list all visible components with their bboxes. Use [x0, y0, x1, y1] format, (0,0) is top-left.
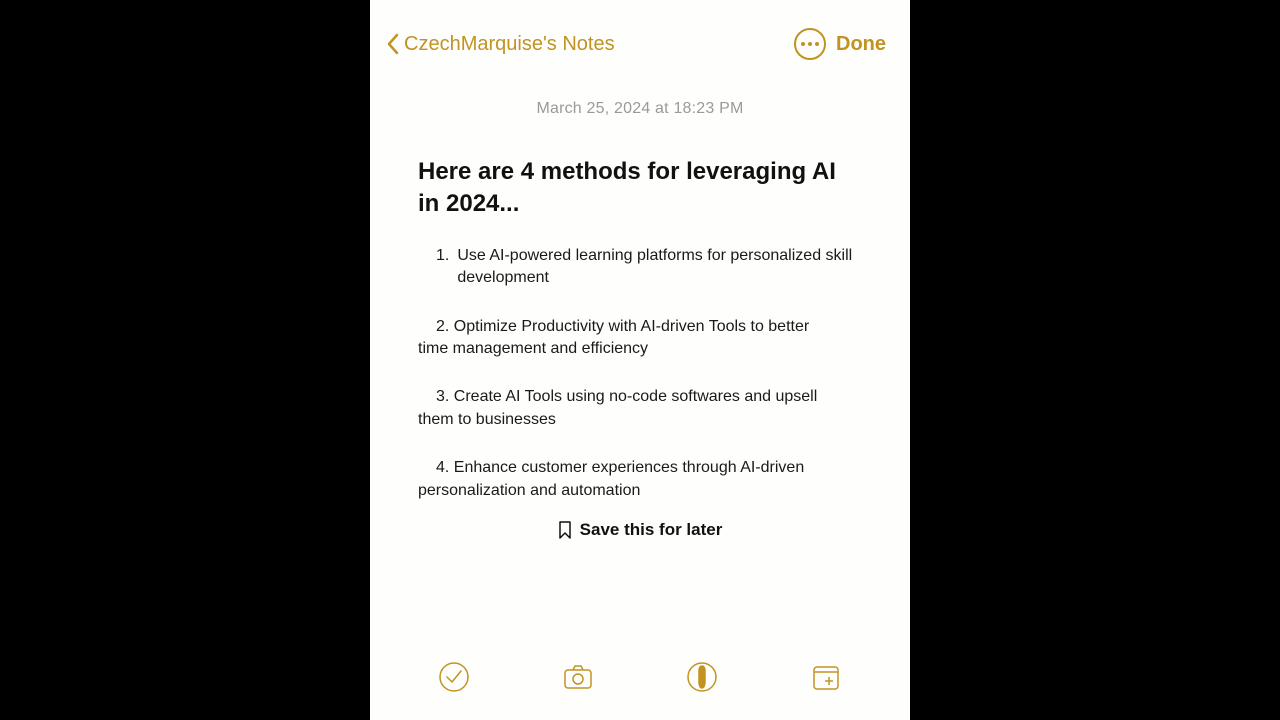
list-item: 2. Optimize Productivity with AI-driven … [418, 316, 862, 361]
checkmark-circle-icon [437, 660, 471, 694]
draw-button[interactable] [682, 657, 722, 697]
new-note-icon [809, 660, 843, 694]
new-note-button[interactable] [806, 657, 846, 697]
camera-button[interactable] [558, 657, 598, 697]
chevron-left-icon [386, 33, 400, 55]
note-body[interactable]: Here are 4 methods for leveraging AI in … [370, 118, 910, 642]
header-actions: Done [794, 28, 886, 60]
marker-icon [685, 660, 719, 694]
back-button[interactable]: CzechMarquise's Notes [386, 33, 615, 56]
list-item: 1. Use AI-powered learning platforms for… [436, 245, 862, 290]
more-button[interactable] [794, 28, 826, 60]
checklist-button[interactable] [434, 657, 474, 697]
note-title: Here are 4 methods for leveraging AI in … [418, 156, 862, 221]
camera-icon [561, 660, 595, 694]
save-later-label: Save this for later [580, 520, 723, 540]
bottom-toolbar [370, 642, 910, 720]
note-timestamp: March 25, 2024 at 18:23 PM [370, 100, 910, 118]
list-item: 4. Enhance customer experiences through … [418, 457, 862, 502]
top-bar: CzechMarquise's Notes Done [370, 0, 910, 60]
back-label: CzechMarquise's Notes [404, 33, 615, 56]
save-later-row[interactable]: Save this for later [418, 520, 862, 540]
notes-app-window: CzechMarquise's Notes Done March 25, 202… [370, 0, 910, 720]
bookmark-icon [558, 521, 572, 539]
done-button[interactable]: Done [836, 33, 886, 56]
note-list: 1. Use AI-powered learning platforms for… [418, 245, 862, 502]
list-item: 3. Create AI Tools using no-code softwar… [418, 386, 862, 431]
